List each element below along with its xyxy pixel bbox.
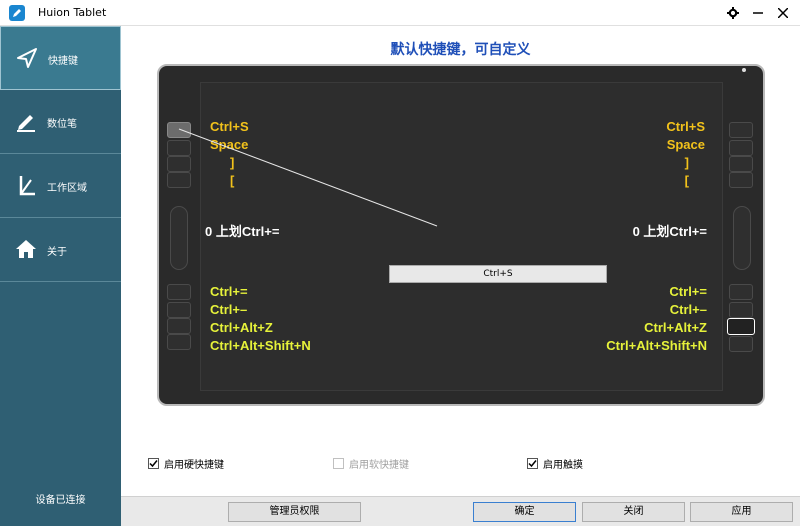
checkbox-box[interactable]	[333, 458, 344, 469]
soft-keys-checkbox[interactable]: 启用软快捷键	[333, 456, 409, 471]
tablet-diagram: Ctrl+S Space ] [ Ctrl+S Space ] [ 0 上划Ct…	[157, 64, 765, 406]
title-bar: Huion Tablet	[0, 0, 800, 26]
apply-button[interactable]: 应用	[690, 502, 793, 522]
page-title: 默认快捷键，可自定义	[390, 42, 531, 58]
checkbox-label: 启用触摸	[543, 460, 583, 471]
checkbox-box[interactable]	[527, 458, 538, 469]
settings-gear-icon[interactable]	[722, 3, 744, 23]
pen-icon	[15, 110, 39, 134]
sidebar: 快捷键 数位笔 工作区域 关于 设备已连接	[0, 26, 121, 526]
sidebar-item-label: 工作区域	[47, 183, 87, 194]
send-arrow-icon	[16, 47, 40, 71]
close-button[interactable]: 关闭	[582, 502, 685, 522]
window-title: Huion Tablet	[38, 6, 107, 19]
sidebar-item-label: 快捷键	[48, 56, 78, 67]
home-icon	[15, 238, 39, 262]
sidebar-item-label: 数位笔	[47, 119, 77, 130]
sidebar-item-pen[interactable]: 数位笔	[0, 90, 121, 154]
sidebar-item-label: 关于	[47, 247, 67, 258]
admin-button[interactable]: 管理员权限	[228, 502, 361, 522]
checkbox-label: 启用软快捷键	[349, 460, 409, 471]
bottom-bar: 管理员权限 确定 关闭 应用	[121, 496, 800, 526]
ok-button[interactable]: 确定	[473, 502, 576, 522]
minimize-button[interactable]	[747, 3, 769, 23]
shortcut-input-field[interactable]: Ctrl+S	[389, 265, 607, 283]
leader-line	[178, 128, 438, 227]
main-panel: 默认快捷键，可自定义 Ctrl+S Space ] [ Ctrl+S Space…	[121, 26, 800, 526]
close-window-button[interactable]	[772, 3, 794, 23]
hard-keys-checkbox[interactable]: 启用硬快捷键	[148, 456, 224, 471]
checkbox-box[interactable]	[148, 458, 159, 469]
sidebar-item-work-area[interactable]: 工作区域	[0, 154, 121, 218]
work-area-icon	[15, 174, 39, 198]
sidebar-item-shortcuts[interactable]: 快捷键	[0, 26, 121, 90]
sidebar-item-about[interactable]: 关于	[0, 218, 121, 282]
touch-checkbox[interactable]: 启用触摸	[527, 456, 583, 471]
connection-status: 设备已连接	[35, 495, 86, 506]
checkbox-label: 启用硬快捷键	[164, 460, 224, 471]
app-pen-icon	[9, 5, 25, 21]
